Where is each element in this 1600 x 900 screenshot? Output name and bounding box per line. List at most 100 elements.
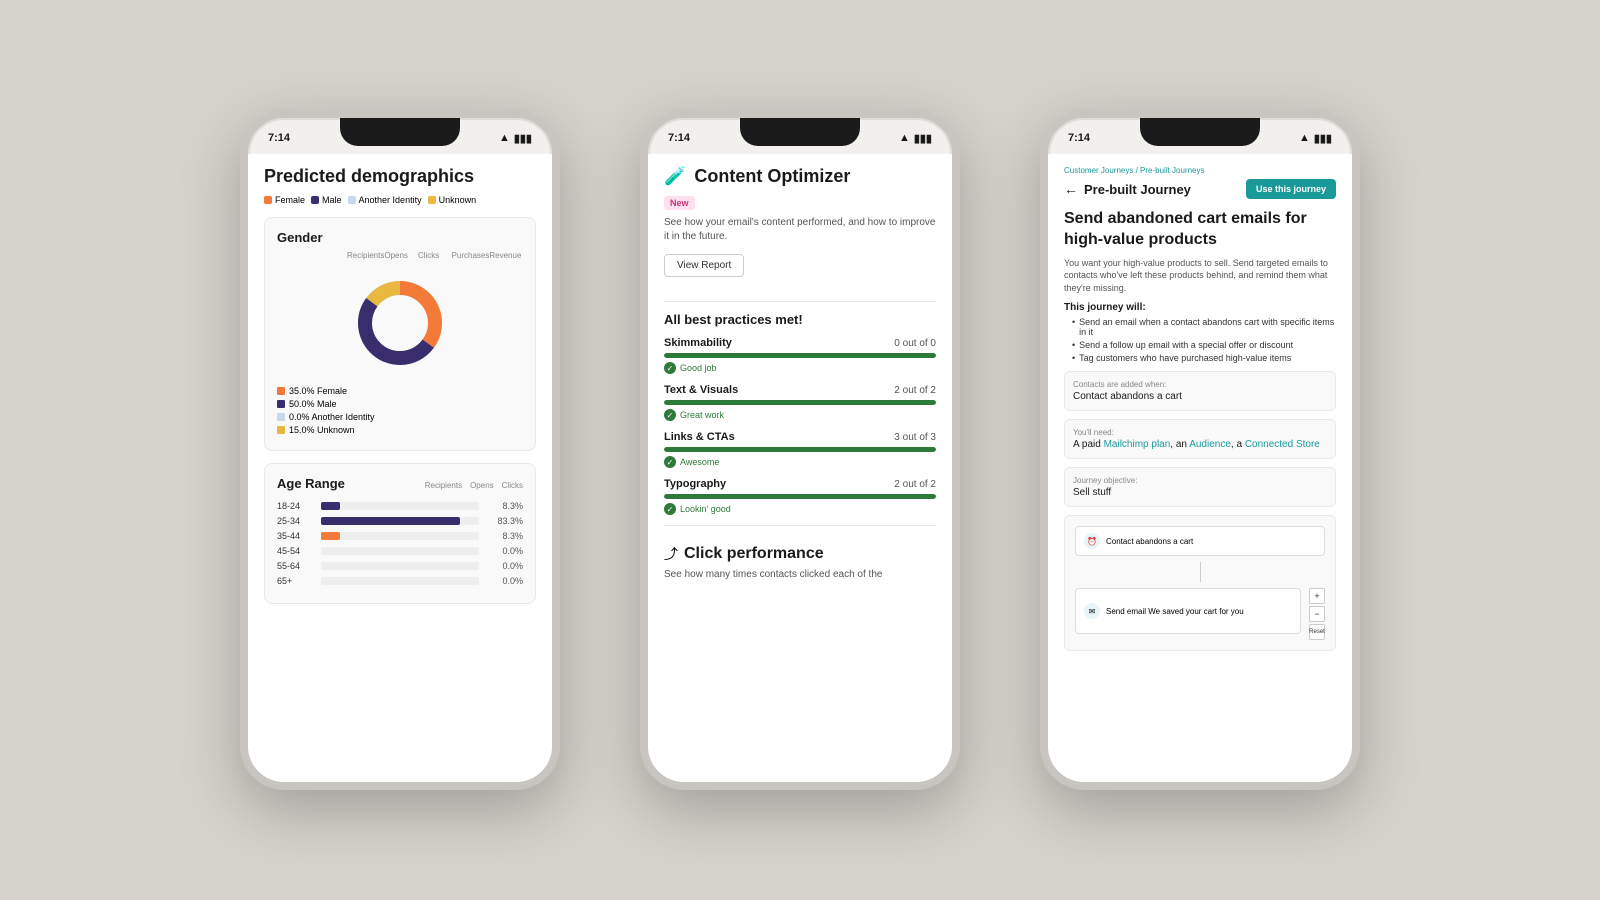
dl-female-dot (277, 387, 285, 395)
battery-icon-3: ▮▮▮ (1314, 132, 1332, 145)
status-icons-3: ▲ ▮▮▮ (1299, 132, 1332, 145)
wifi-icon-2: ▲ (899, 132, 910, 144)
age-col-clicks: Clicks (502, 481, 523, 490)
journey-main-title: Send abandoned cart emails for high-valu… (1064, 209, 1336, 251)
lc-bar-bg (664, 447, 936, 452)
metric-lc-header: Links & CTAs 3 out of 3 (664, 431, 936, 443)
age-row-45: 45-54 0.0% (277, 546, 523, 556)
female-dot (264, 196, 272, 204)
age-val-18: 8.3% (483, 501, 523, 511)
check-icon-typo: ✓ (664, 503, 676, 515)
click-performance-section: ⤴ Click performance See how many times c… (664, 536, 936, 590)
metric-tv-header: Text & Visuals 2 out of 2 (664, 384, 936, 396)
best-practices-title: All best practices met! (664, 312, 936, 327)
status-time-3: 7:14 (1068, 132, 1090, 144)
nav-bar-3: ← Pre-built Journey Use this journey (1064, 179, 1336, 199)
age-title: Age Range (277, 476, 345, 491)
reset-button[interactable]: Reset (1309, 624, 1325, 640)
male-dot (311, 196, 319, 204)
cursor-icon: ⤴ (664, 544, 678, 564)
gender-table-header: Recipients Opens Clicks Purchases Revenu… (277, 251, 523, 260)
age-row-55: 55-64 0.0% (277, 561, 523, 571)
skimmability-name: Skimmability (664, 337, 732, 349)
donut-chart-container (277, 268, 523, 378)
bullet-1-text: Send an email when a contact abandons ca… (1079, 317, 1336, 337)
zoom-in-button[interactable]: + (1309, 588, 1325, 604)
age-bar-18 (321, 502, 340, 510)
youll-need-label: You'll need: (1073, 428, 1327, 437)
dl-unknown-dot (277, 426, 285, 434)
journey-description: You want your high-value products to sel… (1064, 257, 1336, 295)
typo-bar-bg (664, 494, 936, 499)
legend-unknown: Unknown (428, 195, 477, 205)
tv-sub: ✓ Great work (664, 409, 936, 421)
lc-score: 3 out of 3 (894, 432, 936, 443)
age-label-35: 35-44 (277, 531, 317, 541)
age-val-45: 0.0% (483, 546, 523, 556)
check-icon-tv: ✓ (664, 409, 676, 421)
wifi-icon-1: ▲ (499, 132, 510, 144)
new-badge: New (664, 196, 695, 210)
clock-icon: ⏰ (1084, 533, 1100, 549)
donut-legend-female: 35.0% Female (277, 386, 523, 396)
metric-skimmability: Skimmability 0 out of 0 ✓ Good job (664, 337, 936, 374)
content-optimizer-desc: See how your email's content performed, … (664, 216, 936, 244)
age-label-65: 65+ (277, 576, 317, 586)
view-report-button[interactable]: View Report (664, 254, 744, 277)
age-card: Age Range Recipients Opens Clicks 18-24 … (264, 463, 536, 604)
journey-will-label: This journey will: (1064, 302, 1336, 313)
content-optimizer-title: Content Optimizer (694, 166, 850, 187)
donut-legend-another: 0.0% Another Identity (277, 412, 523, 422)
col-opens: Opens (384, 251, 418, 260)
skimmability-score: 0 out of 0 (894, 338, 936, 349)
typo-name: Typography (664, 478, 726, 490)
flow-node-trigger: ⏰ Contact abandons a cart (1075, 526, 1325, 556)
contacts-added-label: Contacts are added when: (1073, 380, 1327, 389)
col-empty (277, 251, 347, 260)
flow-node-email: ✉ Send email We saved your cart for you (1075, 588, 1301, 634)
metric-links-ctas: Links & CTAs 3 out of 3 ✓ Awesome (664, 431, 936, 468)
zoom-out-button[interactable]: − (1309, 606, 1325, 622)
metric-text-visuals: Text & Visuals 2 out of 2 ✓ Great work (664, 384, 936, 421)
mailchimp-link[interactable]: Mailchimp plan (1104, 439, 1171, 450)
phone-notch-3 (1140, 118, 1260, 146)
age-row-65: 65+ 0.0% (277, 576, 523, 586)
skimmability-bar-bg (664, 353, 936, 358)
col-revenue: Revenue (489, 251, 523, 260)
battery-icon-1: ▮▮▮ (514, 132, 532, 145)
contacts-added-box: Contacts are added when: Contact abandon… (1064, 371, 1336, 411)
status-icons-1: ▲ ▮▮▮ (499, 132, 532, 145)
flow-controls: + − Reset (1309, 588, 1325, 640)
phone-notch-2 (740, 118, 860, 146)
dl-female-text: 35.0% Female (289, 386, 347, 396)
connected-store-link[interactable]: Connected Store (1245, 439, 1320, 450)
flow-trigger-label: Contact abandons a cart (1106, 537, 1193, 546)
metric-typography: Typography 2 out of 2 ✓ Lookin' good (664, 478, 936, 515)
youll-need-box: You'll need: A paid Mailchimp plan, an A… (1064, 419, 1336, 459)
flow-connector (1200, 562, 1201, 582)
gender-legend: Female Male Another Identity Unknown (264, 195, 536, 205)
tv-score: 2 out of 2 (894, 385, 936, 396)
click-perf-desc: See how many times contacts clicked each… (664, 568, 936, 582)
metric-skimmability-header: Skimmability 0 out of 0 (664, 337, 936, 349)
dl-male-text: 50.0% Male (289, 399, 337, 409)
flow-email-label: Send email We saved your cart for you (1106, 607, 1244, 616)
bullet-2-text: Send a follow up email with a special of… (1079, 340, 1293, 350)
back-arrow-icon[interactable]: ← (1064, 181, 1078, 197)
status-time-2: 7:14 (668, 132, 690, 144)
age-bar-25 (321, 517, 460, 525)
phone-2: 7:14 ▲ ▮▮▮ 🧪 Content Optimizer New See h… (640, 110, 960, 790)
age-col-recipients: Recipients (425, 481, 462, 490)
skimmability-bar-fill (664, 353, 936, 358)
youll-need-value: A paid Mailchimp plan, an Audience, a Co… (1073, 439, 1327, 450)
age-label-55: 55-64 (277, 561, 317, 571)
flow-bottom-row: ✉ Send email We saved your cart for you … (1075, 588, 1325, 640)
age-label-45: 45-54 (277, 546, 317, 556)
tv-bar-fill (664, 400, 936, 405)
use-journey-button[interactable]: Use this journey (1246, 179, 1336, 199)
dl-another-text: 0.0% Another Identity (289, 412, 375, 422)
email-icon: ✉ (1084, 603, 1100, 619)
bullet-3: Tag customers who have purchased high-va… (1072, 353, 1336, 363)
audience-link[interactable]: Audience (1189, 439, 1231, 450)
age-row-18: 18-24 8.3% (277, 501, 523, 511)
